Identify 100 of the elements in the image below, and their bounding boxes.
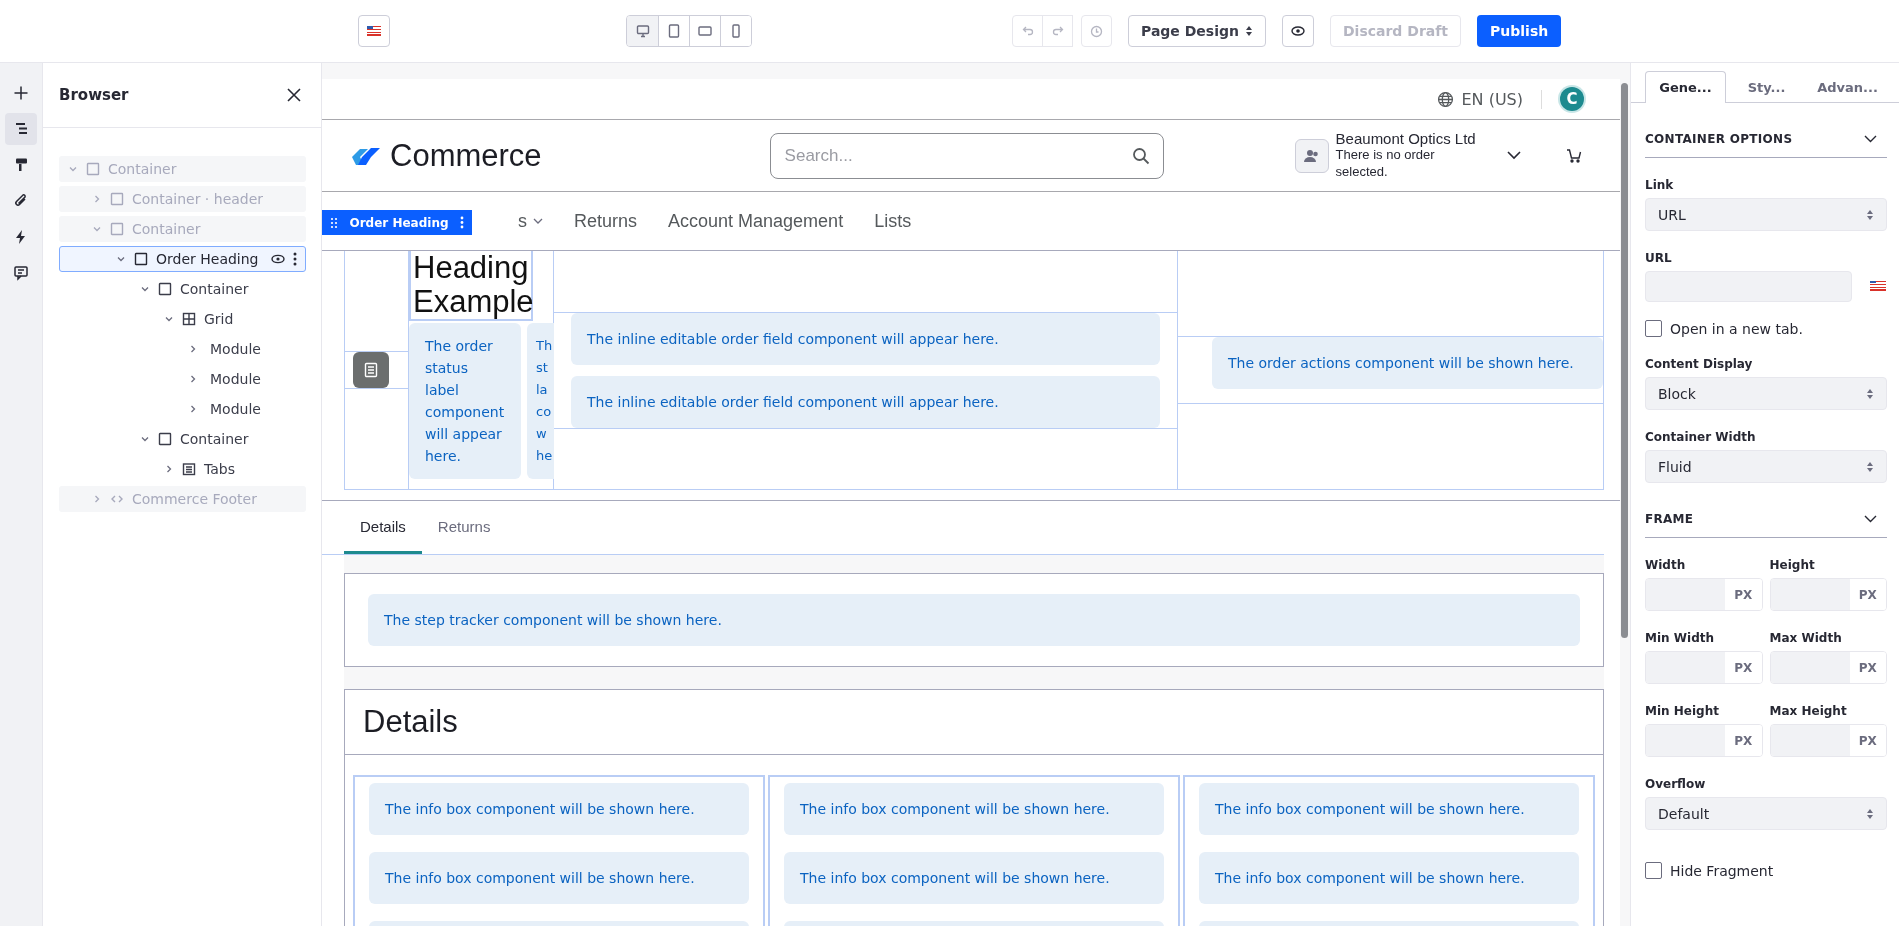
checkbox[interactable]: [1645, 320, 1662, 337]
chevron-icon[interactable]: [1864, 515, 1877, 523]
phone-icon: [729, 24, 743, 38]
order-note: There is no order selected.: [1335, 147, 1436, 181]
tree-item[interactable]: Container: [59, 426, 306, 452]
user-avatar[interactable]: C: [1560, 87, 1584, 111]
caret-icon: [533, 217, 543, 225]
preview-button[interactable]: [1281, 15, 1314, 47]
component-notice: The inline editable order field component will appear here.: [571, 375, 1160, 428]
section-heading: Details: [345, 690, 1603, 755]
tree-item[interactable]: Module: [59, 366, 306, 392]
size-field[interactable]: PX: [1769, 651, 1887, 684]
redo-icon: [1051, 25, 1064, 37]
component-notice: The info box component will be shown here.: [1199, 783, 1579, 835]
select-field[interactable]: Block: [1645, 377, 1887, 410]
eye-icon: [1290, 26, 1305, 36]
mode-select[interactable]: Page Design: [1128, 15, 1266, 47]
tree-item[interactable]: Module: [59, 396, 306, 422]
size-field[interactable]: PX: [1645, 724, 1763, 757]
caret-icon[interactable]: [1506, 151, 1521, 160]
globe-icon[interactable]: [1437, 90, 1455, 108]
field-label: Container Width: [1645, 430, 1757, 444]
tab[interactable]: Returns: [421, 501, 507, 554]
language-link[interactable]: EN (US): [1461, 89, 1523, 109]
field-label: Min Width: [1645, 631, 1715, 645]
nav-link[interactable]: Returns: [574, 210, 638, 232]
tree-item[interactable]: Module: [59, 336, 306, 362]
nav-link[interactable]: Lists: [874, 210, 912, 232]
tab[interactable]: Sty...: [1726, 71, 1807, 103]
field-label: Width: [1645, 558, 1687, 572]
chevron-icon[interactable]: [1864, 135, 1877, 143]
component-notice: The info box component will be shown here.: [784, 852, 1164, 904]
account-name: Beaumont Optics Ltd: [1335, 130, 1477, 148]
panel-title: Browser: [59, 86, 129, 104]
tree-item-label: Container · header: [132, 191, 264, 207]
tree-item-label: Module: [210, 371, 261, 387]
component-notice: The inline editable order field component will appear here.: [571, 312, 1160, 365]
desktop-view-button[interactable]: [627, 16, 658, 46]
component-notice: The info box component will be shown here.: [369, 783, 749, 835]
flag-icon[interactable]: [1870, 281, 1886, 292]
more-icon[interactable]: [293, 252, 297, 266]
field-label: Link: [1645, 178, 1675, 192]
tree-item-label: Container: [132, 221, 201, 237]
component-notice: The info box component will be shown here.: [784, 783, 1164, 835]
size-field[interactable]: PX: [1769, 578, 1887, 611]
checkbox[interactable]: [1645, 862, 1662, 879]
language-button[interactable]: [358, 15, 390, 47]
tree-item-label: Container: [108, 161, 177, 177]
tab[interactable]: Advan...: [1807, 71, 1888, 103]
monitor-icon: [635, 24, 650, 38]
account-icon[interactable]: [1294, 138, 1329, 173]
plus-icon: [13, 85, 29, 101]
checkbox-label: Hide Fragment: [1670, 862, 1774, 879]
field-label: Max Height: [1769, 704, 1848, 718]
tree-item[interactable]: Grid: [59, 306, 306, 332]
checkbox-label: Open in a new tab.: [1670, 320, 1803, 337]
paperclip-icon: [13, 193, 29, 209]
search-icon[interactable]: [1131, 146, 1150, 165]
field-label: Min Height: [1645, 704, 1720, 718]
tree-item[interactable]: Tabs: [59, 456, 306, 482]
eye-icon[interactable]: [270, 254, 285, 264]
size-field[interactable]: PX: [1645, 578, 1763, 611]
size-field[interactable]: PX: [1645, 651, 1763, 684]
nav-link[interactable]: s: [518, 210, 543, 232]
select-field[interactable]: URL: [1645, 198, 1887, 231]
paint-roller-icon: [13, 157, 29, 173]
tab[interactable]: Gene...: [1645, 71, 1726, 103]
nav-link[interactable]: Account Management: [668, 210, 844, 232]
phone-view-button[interactable]: [720, 16, 751, 46]
section-title: FRAME: [1645, 512, 1694, 526]
tree-item-label: Grid: [204, 311, 234, 327]
browser-panel-button[interactable]: [5, 113, 37, 145]
sort-icon: [1866, 387, 1874, 400]
order-heading: Heading Example: [409, 251, 533, 321]
fragment-label[interactable]: Order Heading: [322, 210, 472, 235]
landscape-tablet-icon: [698, 24, 712, 38]
select-field[interactable]: Fluid: [1645, 450, 1887, 483]
publish-button[interactable]: Publish: [1477, 15, 1562, 47]
tree-item-label: Module: [210, 341, 261, 357]
tree-item-label: Container: [180, 431, 249, 447]
tree-item[interactable]: Container: [59, 276, 306, 302]
size-field[interactable]: PX: [1769, 724, 1887, 757]
url-field[interactable]: [1645, 271, 1852, 302]
drag-handle-icon[interactable]: [330, 216, 338, 229]
scrollbar-thumb[interactable]: [1621, 83, 1628, 638]
flag-icon: [367, 26, 381, 36]
field-label: Overflow: [1645, 777, 1707, 791]
cart-icon[interactable]: [1565, 148, 1582, 163]
search-field[interactable]: Search...: [769, 132, 1164, 179]
select-field[interactable]: Default: [1645, 797, 1887, 830]
document-icon: [353, 352, 389, 388]
tree-item-label: Order Heading: [156, 251, 259, 267]
field-label: URL: [1645, 251, 1673, 265]
site-name[interactable]: Commerce: [390, 137, 542, 174]
tablet-icon: [667, 24, 681, 38]
sort-icon: [1244, 25, 1253, 37]
tree-item-label: Container: [180, 281, 249, 297]
field-label: Content Display: [1645, 357, 1754, 371]
tree-item[interactable]: Order Heading: [59, 246, 306, 272]
clock-icon: [1090, 24, 1103, 38]
